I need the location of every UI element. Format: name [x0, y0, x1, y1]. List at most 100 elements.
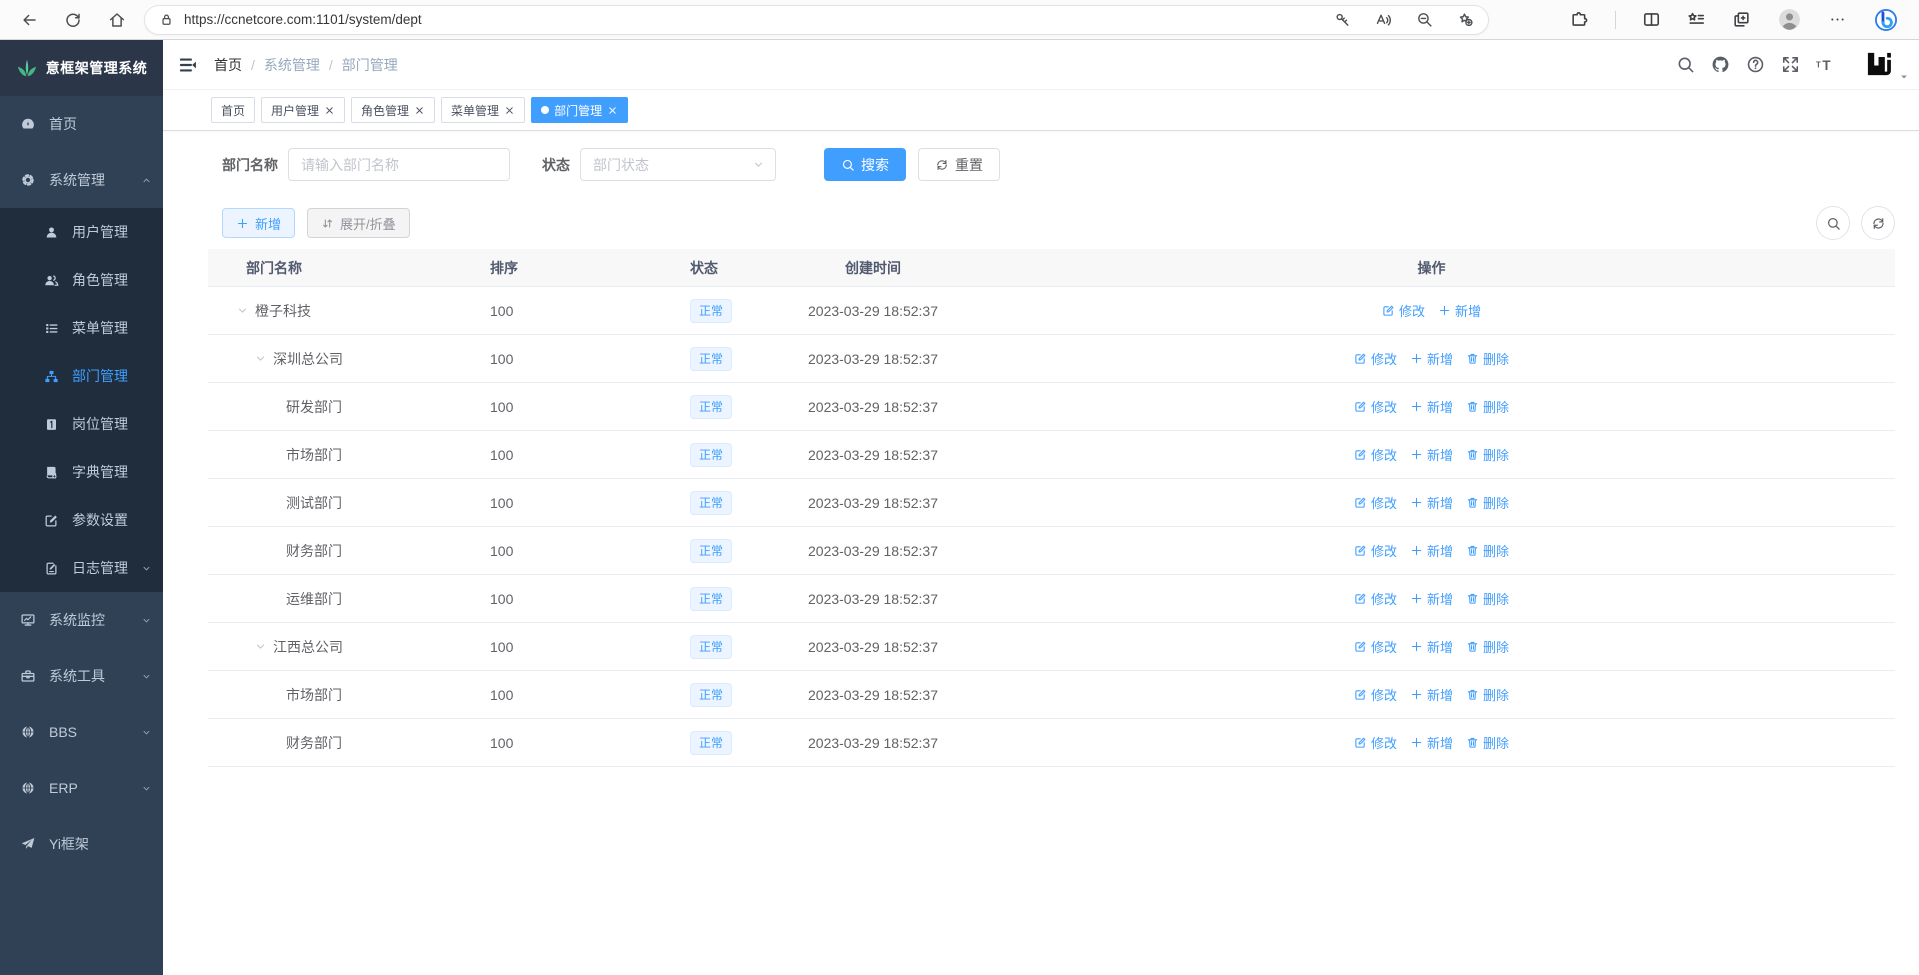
modify-link[interactable]: 修改	[1354, 445, 1397, 464]
breadcrumb-system[interactable]: 系统管理	[264, 55, 320, 75]
modify-link[interactable]: 修改	[1354, 733, 1397, 752]
add-link[interactable]: 新增	[1410, 733, 1453, 752]
delete-link[interactable]: 删除	[1466, 445, 1509, 464]
reload-icon[interactable]	[64, 11, 82, 29]
modify-link[interactable]: 修改	[1354, 349, 1397, 368]
github-icon[interactable]	[1711, 55, 1730, 74]
sidebar-item-13[interactable]: ERP	[0, 760, 163, 816]
sidebar-item-10[interactable]: 系统监控	[0, 592, 163, 648]
delete-link[interactable]: 删除	[1466, 397, 1509, 416]
table-row: 财务部门100正常2023-03-29 18:52:37修改新增删除	[208, 719, 1895, 767]
sidebar-item-3[interactable]: 角色管理	[0, 256, 163, 304]
hamburger-icon[interactable]	[178, 55, 198, 75]
add-button[interactable]: 新增	[222, 208, 295, 238]
collections-icon[interactable]	[1732, 10, 1751, 29]
close-icon[interactable]	[607, 105, 618, 116]
add-link[interactable]: 新增	[1410, 685, 1453, 704]
sidebar-item-4[interactable]: 菜单管理	[0, 304, 163, 352]
delete-link[interactable]: 删除	[1466, 733, 1509, 752]
favorite-add-icon[interactable]	[1457, 11, 1474, 28]
collapse-arrow-icon[interactable]	[254, 640, 267, 653]
sidebar-item-12[interactable]: BBS	[0, 704, 163, 760]
status-badge: 正常	[690, 299, 732, 323]
help-icon[interactable]	[1746, 55, 1765, 74]
add-link[interactable]: 新增	[1410, 493, 1453, 512]
sidebar-item-14[interactable]: Yi框架	[0, 816, 163, 872]
font-size-icon[interactable]: TT	[1816, 55, 1835, 74]
more-icon[interactable]	[1828, 10, 1847, 29]
expand-collapse-button[interactable]: 展开/折叠	[307, 208, 410, 238]
add-link[interactable]: 新增	[1410, 349, 1453, 368]
add-link[interactable]: 新增	[1410, 445, 1453, 464]
key-icon[interactable]	[1334, 11, 1351, 28]
dept-name-input[interactable]	[288, 148, 510, 181]
search-button[interactable]: 搜索	[824, 148, 906, 181]
sidebar-item-5[interactable]: 部门管理	[0, 352, 163, 400]
modify-link[interactable]: 修改	[1354, 637, 1397, 656]
modify-link[interactable]: 修改	[1354, 589, 1397, 608]
delete-link[interactable]: 删除	[1466, 349, 1509, 368]
delete-link[interactable]: 删除	[1466, 637, 1509, 656]
table-row: 财务部门100正常2023-03-29 18:52:37修改新增删除	[208, 527, 1895, 575]
sidebar-item-2[interactable]: 用户管理	[0, 208, 163, 256]
user-avatar-menu[interactable]	[1865, 50, 1895, 80]
tab-1[interactable]: 用户管理	[261, 97, 345, 123]
sidebar-item-6[interactable]: 岗位管理	[0, 400, 163, 448]
zoom-out-icon[interactable]	[1416, 11, 1433, 28]
app-logo[interactable]: 意框架管理系统	[0, 40, 163, 96]
modify-link[interactable]: 修改	[1382, 301, 1425, 320]
url-text[interactable]: https://ccnetcore.com:1101/system/dept	[184, 12, 1324, 27]
split-screen-icon[interactable]	[1642, 10, 1661, 29]
add-link[interactable]: 新增	[1410, 397, 1453, 416]
breadcrumb: 首页 / 系统管理 / 部门管理	[214, 55, 398, 75]
sidebar-item-11[interactable]: 系统工具	[0, 648, 163, 704]
add-link[interactable]: 新增	[1410, 637, 1453, 656]
add-link[interactable]: 新增	[1410, 541, 1453, 560]
dept-name: 橙子科技	[255, 301, 311, 321]
close-icon[interactable]	[504, 105, 515, 116]
sidebar-item-1[interactable]: 系统管理	[0, 152, 163, 208]
modify-link[interactable]: 修改	[1354, 541, 1397, 560]
back-icon[interactable]	[20, 11, 38, 29]
delete-link[interactable]: 删除	[1466, 589, 1509, 608]
tab-2[interactable]: 角色管理	[351, 97, 435, 123]
delete-link[interactable]: 删除	[1466, 685, 1509, 704]
tab-0[interactable]: 首页	[211, 97, 255, 123]
delete-link-label: 删除	[1483, 349, 1509, 368]
show-search-button[interactable]	[1816, 206, 1850, 240]
search-icon[interactable]	[1676, 55, 1695, 74]
address-bar[interactable]: https://ccnetcore.com:1101/system/dept	[144, 5, 1489, 35]
profile-icon[interactable]	[1777, 7, 1802, 32]
sidebar-item-7[interactable]: 字典管理	[0, 448, 163, 496]
sidebar-item-8[interactable]: 参数设置	[0, 496, 163, 544]
reset-button[interactable]: 重置	[918, 148, 1000, 181]
extensions-icon[interactable]	[1570, 10, 1589, 29]
add-link[interactable]: 新增	[1410, 589, 1453, 608]
copilot-icon[interactable]	[1873, 7, 1899, 33]
sidebar-item-label: Yi框架	[49, 834, 89, 854]
globe-icon	[20, 780, 36, 796]
modify-link[interactable]: 修改	[1354, 493, 1397, 512]
modify-link[interactable]: 修改	[1354, 685, 1397, 704]
collapse-arrow-icon[interactable]	[236, 304, 249, 317]
tab-label: 部门管理	[554, 102, 602, 119]
sidebar-item-0[interactable]: 首页	[0, 96, 163, 152]
refresh-table-button[interactable]	[1861, 206, 1895, 240]
close-icon[interactable]	[324, 105, 335, 116]
delete-link[interactable]: 删除	[1466, 493, 1509, 512]
collapse-arrow-icon[interactable]	[254, 352, 267, 365]
delete-link[interactable]: 删除	[1466, 541, 1509, 560]
close-icon[interactable]	[414, 105, 425, 116]
tab-4[interactable]: 部门管理	[531, 97, 628, 123]
read-aloud-icon[interactable]	[1375, 11, 1392, 28]
tab-label: 菜单管理	[451, 102, 499, 119]
modify-link[interactable]: 修改	[1354, 397, 1397, 416]
add-link[interactable]: 新增	[1438, 301, 1481, 320]
tab-3[interactable]: 菜单管理	[441, 97, 525, 123]
status-select[interactable]: 部门状态	[580, 148, 776, 181]
breadcrumb-home[interactable]: 首页	[214, 55, 242, 75]
favorites-bar-icon[interactable]	[1687, 10, 1706, 29]
fullscreen-icon[interactable]	[1781, 55, 1800, 74]
sidebar-item-9[interactable]: 日志管理	[0, 544, 163, 592]
home-icon[interactable]	[108, 11, 126, 29]
